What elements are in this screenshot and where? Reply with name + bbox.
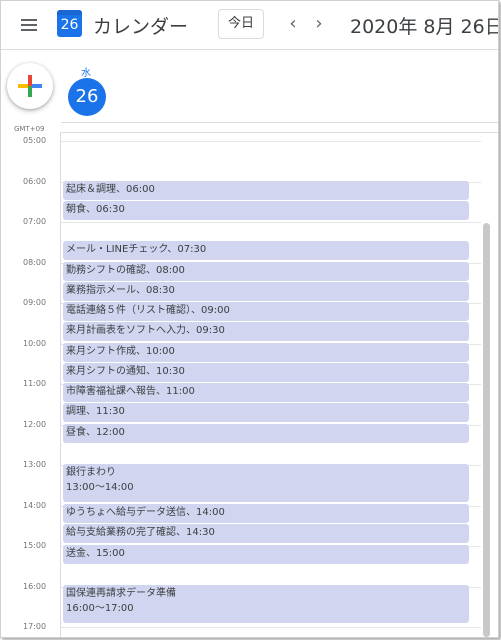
calendar-logo-icon: 26 — [57, 10, 82, 37]
hamburger-menu-icon — [21, 19, 37, 21]
hour-label: 11:00 — [23, 379, 47, 388]
hour-label: 17:00 — [23, 622, 47, 631]
event-block[interactable]: 市障害福祉課へ報告、11:00 — [63, 383, 469, 402]
hour-label: 10:00 — [23, 338, 47, 348]
next-day-button[interactable]: › — [309, 13, 329, 35]
event-title: 起床＆調理、06:00 — [66, 184, 155, 195]
event-title: 市障害福祉課へ報告、11:00 — [66, 386, 195, 397]
current-date-title: 2020年 8月 26日 — [350, 16, 499, 38]
hour-label: 13:00 — [23, 460, 47, 469]
event-title: 昼食、12:00 — [66, 427, 125, 438]
weekday-label: 水 — [81, 68, 91, 79]
event-title: 給与支給業務の完了確認、14:30 — [66, 527, 215, 538]
event-title: メール・LINEチェック、07:30 — [66, 244, 207, 255]
chevron-left-icon: ‹ — [289, 13, 297, 34]
scrollbar-thumb[interactable] — [483, 223, 490, 637]
hour-label: 14:00 — [23, 500, 47, 510]
event-block[interactable]: 銀行まわり 13:00～14:00 — [63, 464, 469, 502]
event-block[interactable]: 昼食、12:00 — [63, 424, 469, 443]
event-title: 国保連再請求データ準備 — [66, 588, 176, 599]
main-menu-button[interactable] — [19, 15, 39, 35]
event-block[interactable]: 朝食、06:30 — [63, 201, 469, 220]
hour-label: 05:00 — [23, 136, 47, 145]
event-block[interactable]: 来月計画表をソフトへ入力、09:30 — [63, 322, 469, 341]
hour-label: 07:00 — [23, 217, 47, 226]
hour-label: 08:00 — [23, 257, 47, 267]
event-title: 業務指示メール、08:30 — [66, 285, 175, 296]
hour-label: 16:00 — [23, 581, 47, 591]
event-title: 勤務シフトの確認、08:00 — [66, 265, 185, 276]
hour-gridline — [61, 627, 481, 628]
event-block[interactable]: 送金、15:00 — [63, 545, 469, 564]
timezone-label: GMT+09 — [14, 125, 45, 133]
hour-label: 12:00 — [23, 419, 47, 429]
event-title: 送金、15:00 — [66, 548, 125, 559]
event-block[interactable]: 業務指示メール、08:30 — [63, 282, 469, 301]
hour-label: 09:00 — [23, 298, 47, 307]
event-block[interactable]: 勤務シフトの確認、08:00 — [63, 262, 469, 281]
event-block[interactable]: 電話連絡５件（リスト確認）、09:00 — [63, 302, 469, 321]
event-block[interactable]: 給与支給業務の完了確認、14:30 — [63, 524, 469, 543]
event-block[interactable]: メール・LINEチェック、07:30 — [63, 241, 469, 260]
today-button[interactable]: 今日 — [218, 9, 264, 39]
event-title: 来月計画表をソフトへ入力、09:30 — [66, 325, 225, 336]
event-block[interactable]: 来月シフト作成、10:00 — [63, 343, 469, 362]
event-block[interactable]: ゆうちょへ給与データ送信、14:00 — [63, 504, 469, 523]
event-block[interactable]: 調理、11:30 — [63, 403, 469, 422]
app-title: カレンダー — [93, 16, 189, 38]
event-title: 調理、11:30 — [66, 406, 125, 417]
event-time: 16:00～17:00 — [66, 603, 134, 614]
event-title: 来月シフト作成、10:00 — [66, 346, 175, 357]
event-title: 朝食、06:30 — [66, 204, 125, 215]
grid-top-divider — [61, 132, 498, 133]
day-number-button[interactable]: 26 — [68, 78, 106, 116]
chevron-right-icon: › — [315, 13, 323, 34]
calendar-window: 26 カレンダー 今日 ‹ › 2020年 8月 26日 水 26 GMT+09… — [0, 0, 499, 638]
event-title: 来月シフトの通知、10:30 — [66, 366, 185, 377]
previous-day-button[interactable]: ‹ — [283, 13, 303, 35]
plus-icon — [18, 75, 42, 97]
event-title: 銀行まわり — [66, 467, 116, 478]
hamburger-menu-icon-bar — [21, 29, 37, 31]
hour-gridline — [61, 222, 481, 223]
create-event-button[interactable] — [7, 63, 53, 109]
event-title: ゆうちょへ給与データ送信、14:00 — [66, 507, 225, 518]
event-time: 13:00～14:00 — [66, 482, 134, 493]
event-block[interactable]: 国保連再請求データ準備 16:00～17:00 — [63, 585, 469, 623]
hour-gridline — [61, 141, 481, 142]
event-title: 電話連絡５件（リスト確認）、09:00 — [66, 305, 230, 316]
app-header: 26 カレンダー 今日 ‹ › 2020年 8月 26日 — [1, 1, 498, 50]
event-block[interactable]: 来月シフトの通知、10:30 — [63, 363, 469, 382]
hour-label: 06:00 — [23, 176, 47, 186]
all-day-divider — [61, 122, 498, 123]
hour-label: 15:00 — [23, 541, 47, 550]
hamburger-menu-icon-bar — [21, 24, 37, 26]
event-block[interactable]: 起床＆調理、06:00 — [63, 181, 469, 200]
